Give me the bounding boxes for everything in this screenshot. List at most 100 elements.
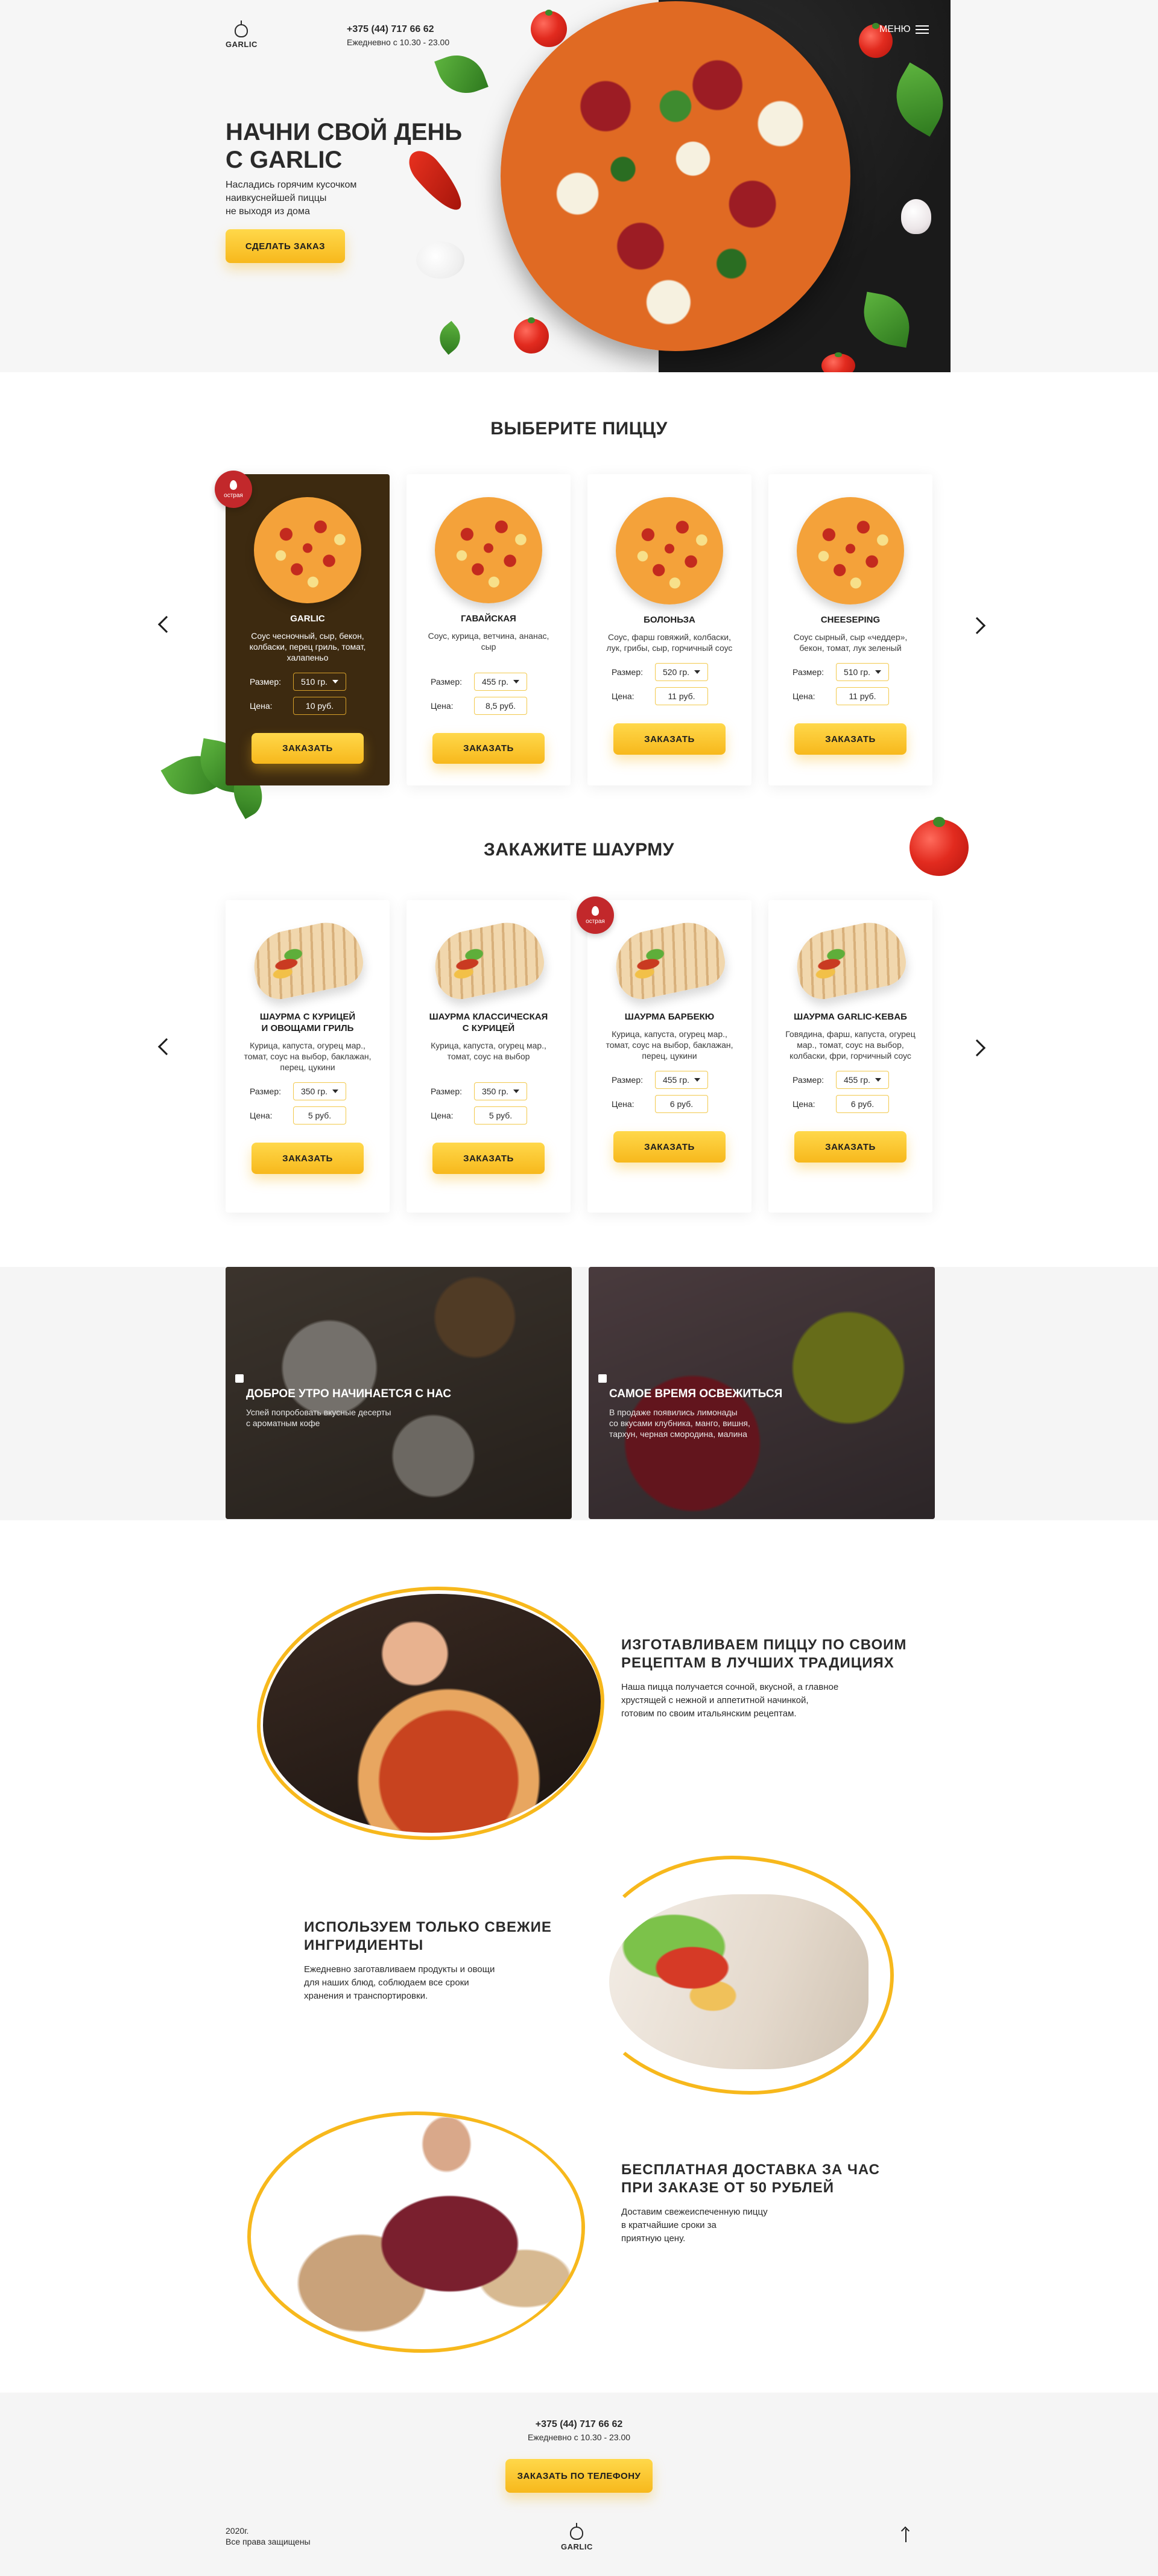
- chevron-down-icon: [513, 679, 520, 684]
- pizza-card: ГАВАЙСКАЯ Соус, курица, ветчина, ананас,…: [407, 474, 571, 785]
- size-row: Размер: 455 гр.: [612, 1071, 727, 1089]
- size-value: 510 гр.: [300, 676, 328, 687]
- size-select[interactable]: 455 гр.: [836, 1071, 889, 1089]
- feature-text-line: готовим по своим итальянским рецептам.: [621, 1708, 797, 1719]
- size-label: Размер:: [793, 667, 824, 677]
- price-row: Цена: 5 руб.: [250, 1106, 365, 1125]
- footer-logo[interactable]: GARLIC: [561, 2523, 593, 2551]
- promo-text: Успей попробовать вкусные десерты с аром…: [246, 1407, 391, 1429]
- shawarma-description: Говядина, фарш, капуста, огурец мар., то…: [785, 1029, 916, 1061]
- promo-text-line: Успей попробовать вкусные десерты: [246, 1407, 391, 1417]
- hero-title-line-1: НАЧНИ СВОЙ ДЕНЬ: [226, 119, 463, 145]
- size-label: Размер:: [431, 676, 463, 687]
- shawarma-prev-arrow[interactable]: [152, 1035, 176, 1059]
- footer-hours: Ежедневно с 10.30 - 23.00: [527, 2432, 631, 2442]
- size-select[interactable]: 350 гр.: [474, 1082, 527, 1100]
- size-label: Размер:: [793, 1075, 824, 1085]
- order-button[interactable]: ЗАКАЗАТЬ: [432, 732, 545, 764]
- price-value: 5 руб.: [293, 1106, 346, 1125]
- pizza-prev-arrow[interactable]: [152, 612, 176, 636]
- header-contacts: +375 (44) 717 66 62 Ежедневно с 10.30 - …: [347, 24, 449, 47]
- size-value: 510 гр.: [843, 667, 871, 677]
- hero-subtitle-line-2: наивкуснейшей пиццы: [226, 193, 327, 203]
- spicy-badge-label: острая: [586, 918, 605, 925]
- header-phone[interactable]: +375 (44) 717 66 62: [347, 24, 449, 35]
- garlic-image: [901, 199, 931, 234]
- feature-shawarma-image: [609, 1894, 868, 2069]
- price-value: 5 руб.: [474, 1106, 527, 1125]
- feature-title-line: ИСПОЛЬЗУЕМ ТОЛЬКО СВЕЖИЕ: [304, 1919, 552, 1935]
- order-button[interactable]: ЗАКАЗАТЬ: [613, 1131, 726, 1163]
- feature-title: БЕСПЛАТНАЯ ДОСТАВКА ЗА ЧАС ПРИ ЗАКАЗЕ ОТ…: [621, 2161, 880, 2197]
- garlic-logo-icon: [235, 21, 248, 37]
- size-value: 455 гр.: [662, 1075, 690, 1085]
- shawarma-next-arrow[interactable]: [967, 1036, 992, 1060]
- size-value: 520 гр.: [662, 667, 690, 677]
- tomato-image: [531, 9, 567, 47]
- order-button[interactable]: ЗАКАЗАТЬ: [252, 1143, 364, 1174]
- promo-card-lemonade[interactable]: САМОЕ ВРЕМЯ ОСВЕЖИТЬСЯ В продаже появили…: [589, 1267, 935, 1519]
- arrow-up-icon: [905, 2529, 906, 2542]
- scroll-top-button[interactable]: [901, 2529, 911, 2547]
- size-label: Размер:: [250, 676, 282, 687]
- size-value: 455 гр.: [481, 676, 509, 687]
- hero-section: GARLIC +375 (44) 717 66 62 Ежедневно с 1…: [0, 0, 1158, 372]
- size-row: Размер: 455 гр.: [793, 1071, 908, 1089]
- pizza-name: БОЛОНЬЗА: [644, 615, 695, 625]
- shawarma-name-line-1: ШАУРМА КЛАССИЧЕСКАЯ: [429, 1012, 548, 1022]
- chevron-left-icon: [157, 615, 176, 633]
- shawarma-card: ШАУРМА GARLIC-KEBAБ Говядина, фарш, капу…: [768, 900, 932, 1213]
- price-label: Цена:: [431, 700, 454, 711]
- hero-title-line-2: С GARLIC: [226, 147, 343, 173]
- price-row: Цена: 5 руб.: [431, 1106, 546, 1125]
- size-row: Размер: 510 гр.: [793, 663, 908, 681]
- order-button[interactable]: ЗАКАЗАТЬ: [432, 1143, 545, 1174]
- pizza-name: CHEESEPING: [820, 615, 881, 625]
- footer-phone[interactable]: +375 (44) 717 66 62: [0, 2419, 1158, 2430]
- shawarma-options: Размер: 455 гр. Цена: 6 руб.: [587, 1071, 751, 1119]
- pizza-description: Соус, курица, ветчина, ананас, сыр: [428, 630, 549, 652]
- order-button[interactable]: ЗАКАЗАТЬ: [794, 1131, 906, 1163]
- size-select[interactable]: 350 гр.: [293, 1082, 346, 1100]
- price-value: 10 руб.: [293, 696, 346, 715]
- feature-title-line: ИНГРИДИЕНТЫ: [304, 1937, 424, 1953]
- pizza-card: CHEESEPING Соус сырный, сыр «чеддер», бе…: [768, 474, 932, 785]
- pizza-options: Размер: 455 гр. Цена: 8,5 руб.: [407, 672, 571, 721]
- size-select[interactable]: 455 гр.: [474, 672, 527, 691]
- order-button[interactable]: ЗАКАЗАТЬ: [794, 723, 906, 755]
- shawarma-options: Размер: 350 гр. Цена: 5 руб.: [226, 1082, 390, 1131]
- hero-order-button[interactable]: СДЕЛАТЬ ЗАКАЗ: [226, 229, 345, 263]
- price-row: Цена: 6 руб.: [612, 1095, 727, 1113]
- size-select[interactable]: 520 гр.: [655, 663, 708, 681]
- size-label: Размер:: [612, 667, 644, 677]
- shawarma-description: Курица, капуста, огурец мар., томат, соу…: [431, 1041, 546, 1061]
- size-value: 350 гр.: [481, 1087, 509, 1096]
- menu-button[interactable]: МЕНЮ: [879, 24, 929, 35]
- logo[interactable]: GARLIC: [226, 21, 258, 49]
- shawarma-image: [609, 916, 730, 1004]
- shawarma-options: Размер: 455 гр. Цена: 6 руб.: [768, 1071, 932, 1119]
- size-select[interactable]: 455 гр.: [655, 1071, 708, 1089]
- pizza-card: БОЛОНЬЗА Соус, фарш говяжий, колбаски, л…: [587, 474, 751, 785]
- promo-text-line: со вкусами клубника, манго, вишня,: [609, 1418, 750, 1428]
- feature-text-line: Доставим свежеиспеченную пиццу: [621, 2207, 768, 2217]
- size-select[interactable]: 510 гр.: [293, 672, 346, 691]
- shawarma-card: ШАУРМА БАРБЕКЮ Курица, капуста, огурец м…: [587, 900, 751, 1213]
- promo-title: САМОЕ ВРЕМЯ ОСВЕЖИТЬСЯ: [609, 1388, 783, 1400]
- feature-text-line: хранения и транспортировки.: [304, 1991, 428, 2001]
- call-order-button[interactable]: ЗАКАЗАТЬ ПО ТЕЛЕФОНУ: [505, 2459, 653, 2493]
- size-select[interactable]: 510 гр.: [836, 663, 889, 681]
- pizza-next-arrow[interactable]: [967, 614, 992, 638]
- parsley-image: [434, 47, 489, 101]
- shawarma-card: ШАУРМА С КУРИЦЕЙ И ОВОЩАМИ ГРИЛЬ Курица,…: [226, 900, 390, 1213]
- promo-title: ДОБРОЕ УТРО НАЧИНАЕТСЯ С НАС: [246, 1388, 452, 1400]
- price-value: 11 руб.: [836, 687, 889, 705]
- order-button[interactable]: ЗАКАЗАТЬ: [252, 732, 364, 764]
- order-button[interactable]: ЗАКАЗАТЬ: [613, 723, 726, 755]
- shawarma-name-line-2: С КУРИЦЕЙ: [462, 1023, 515, 1033]
- chevron-left-icon: [157, 1038, 176, 1056]
- chevron-right-icon: [968, 617, 986, 635]
- promo-card-coffee[interactable]: ДОБРОЕ УТРО НАЧИНАЕТСЯ С НАС Успей попро…: [226, 1267, 572, 1519]
- feature-text: Ежедневно заготавливаем продукты и овощи…: [304, 1963, 495, 2003]
- feature-title-line: ПРИ ЗАКАЗЕ ОТ 50 РУБЛЕЙ: [621, 2180, 834, 2196]
